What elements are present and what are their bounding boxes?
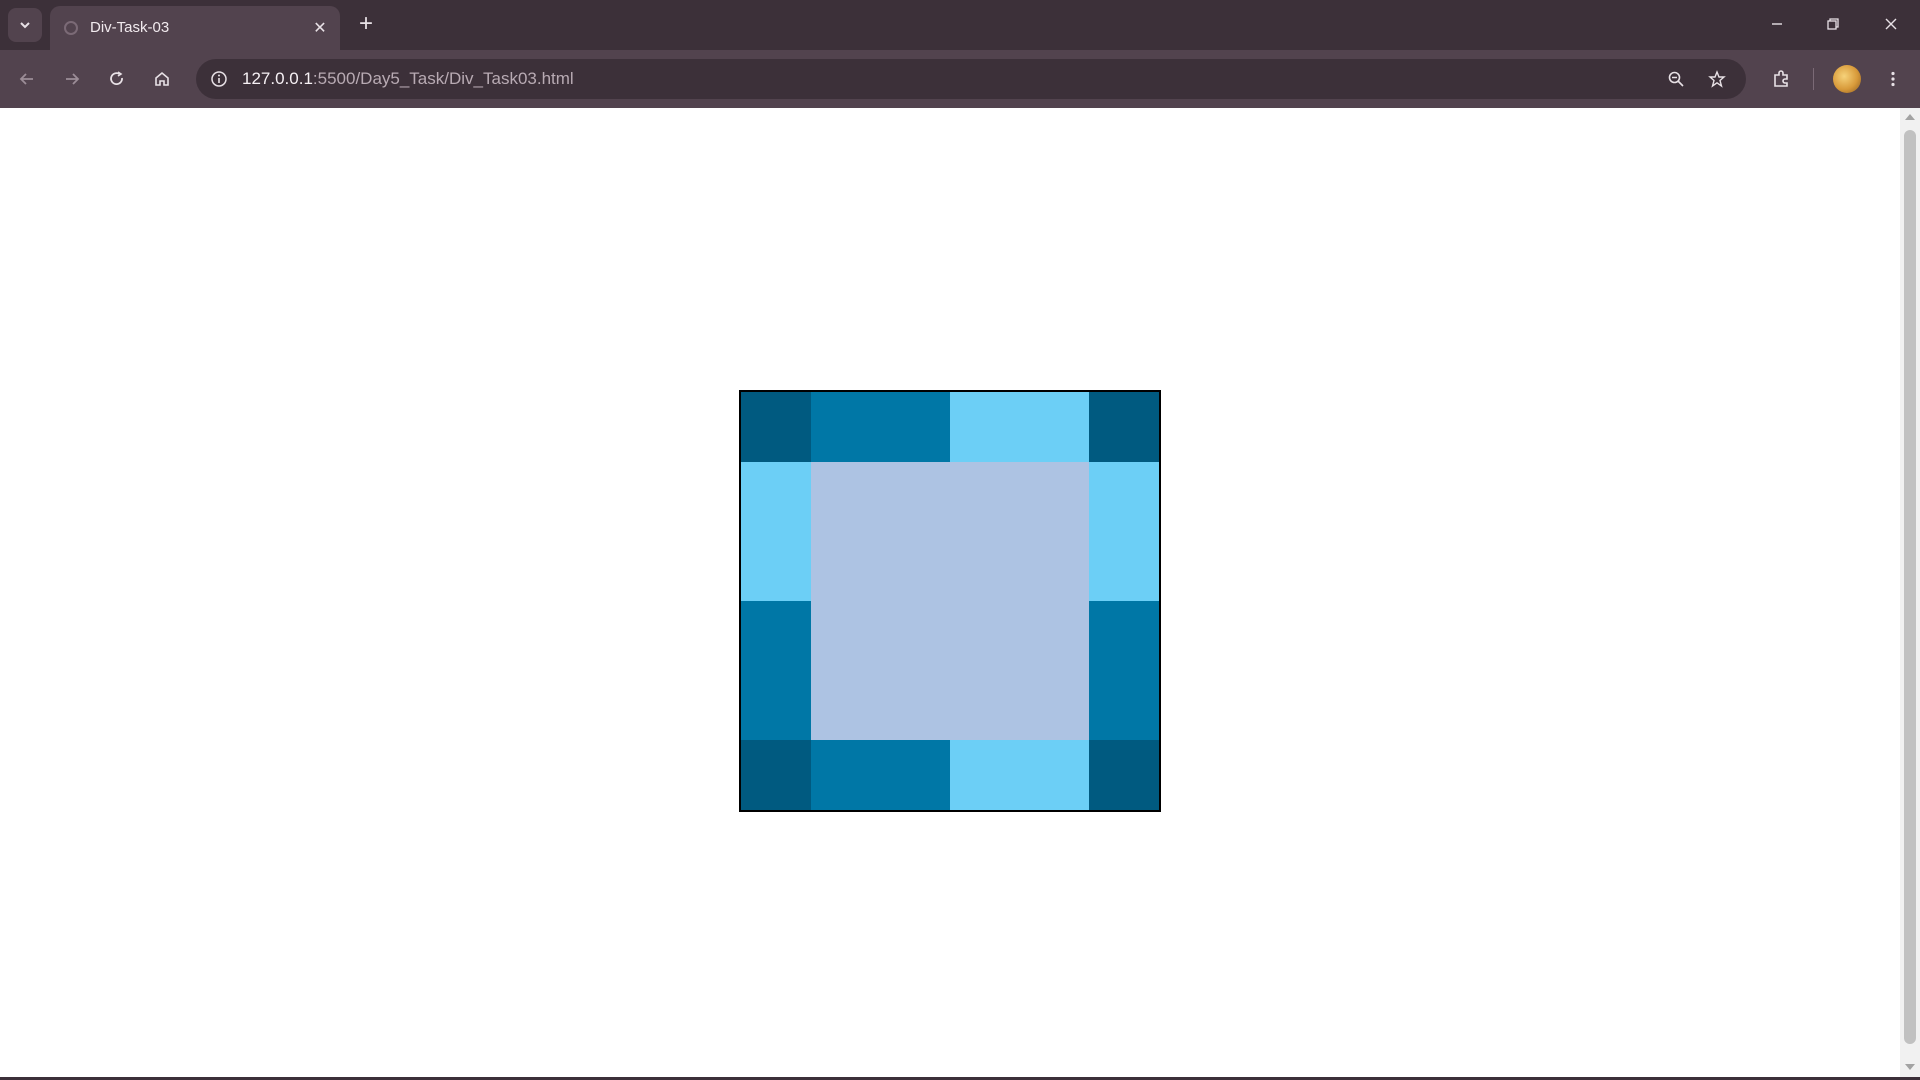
reload-icon[interactable]	[100, 62, 134, 96]
close-window-icon[interactable]	[1869, 6, 1913, 42]
cell-left-lower	[741, 601, 811, 740]
extensions-icon[interactable]	[1764, 62, 1798, 96]
close-icon[interactable]: ✕	[308, 16, 332, 40]
toolbar-divider	[1813, 68, 1814, 90]
address-bar[interactable]: 127.0.0.1:5500/Day5_Task/Div_Task03.html	[196, 59, 1746, 99]
cell-top-right	[1089, 392, 1159, 462]
tab-list-button[interactable]	[8, 8, 42, 42]
tab-title: Div-Task-03	[90, 19, 170, 36]
more-vert-icon[interactable]	[1876, 62, 1910, 96]
restore-icon[interactable]	[1811, 6, 1855, 42]
home-icon[interactable]	[145, 62, 179, 96]
url-path: :5500/Day5_Task/Div_Task03.html	[312, 69, 574, 88]
cell-bottom-right	[1089, 740, 1159, 810]
cell-bottom-left	[741, 740, 811, 810]
vertical-scrollbar[interactable]	[1900, 108, 1920, 1078]
zoom-out-icon[interactable]	[1661, 64, 1691, 94]
plus-icon[interactable]: +	[352, 10, 380, 38]
back-arrow-icon[interactable]	[10, 62, 44, 96]
cell-top-middle-right	[950, 392, 1089, 462]
cell-top-middle-left	[811, 392, 950, 462]
chevron-down-icon	[20, 22, 30, 29]
forward-arrow-icon[interactable]	[55, 62, 89, 96]
cell-right-upper	[1089, 462, 1159, 601]
browser-toolbar: 127.0.0.1:5500/Day5_Task/Div_Task03.html	[0, 50, 1920, 108]
cell-right-lower	[1089, 601, 1159, 740]
scroll-thumb[interactable]	[1904, 130, 1916, 1044]
avatar[interactable]	[1833, 65, 1861, 93]
scroll-down-arrow-icon[interactable]	[1905, 1064, 1915, 1070]
url-host: 127.0.0.1	[242, 69, 313, 88]
tile-grid	[739, 390, 1161, 812]
cell-bottom-middle-right	[950, 740, 1089, 810]
star-icon[interactable]	[1702, 64, 1732, 94]
globe-icon	[64, 21, 78, 35]
cell-center	[811, 462, 1089, 740]
minimize-icon[interactable]	[1755, 6, 1799, 42]
scroll-up-arrow-icon[interactable]	[1905, 114, 1915, 120]
cell-bottom-middle-left	[811, 740, 950, 810]
active-tab[interactable]: Div-Task-03 ✕	[50, 6, 340, 50]
info-icon[interactable]	[204, 64, 234, 94]
url-text[interactable]: 127.0.0.1:5500/Day5_Task/Div_Task03.html	[242, 69, 574, 89]
browser-tab-strip: Div-Task-03 ✕ +	[0, 0, 1920, 50]
cell-top-left	[741, 392, 811, 462]
cell-left-upper	[741, 462, 811, 601]
